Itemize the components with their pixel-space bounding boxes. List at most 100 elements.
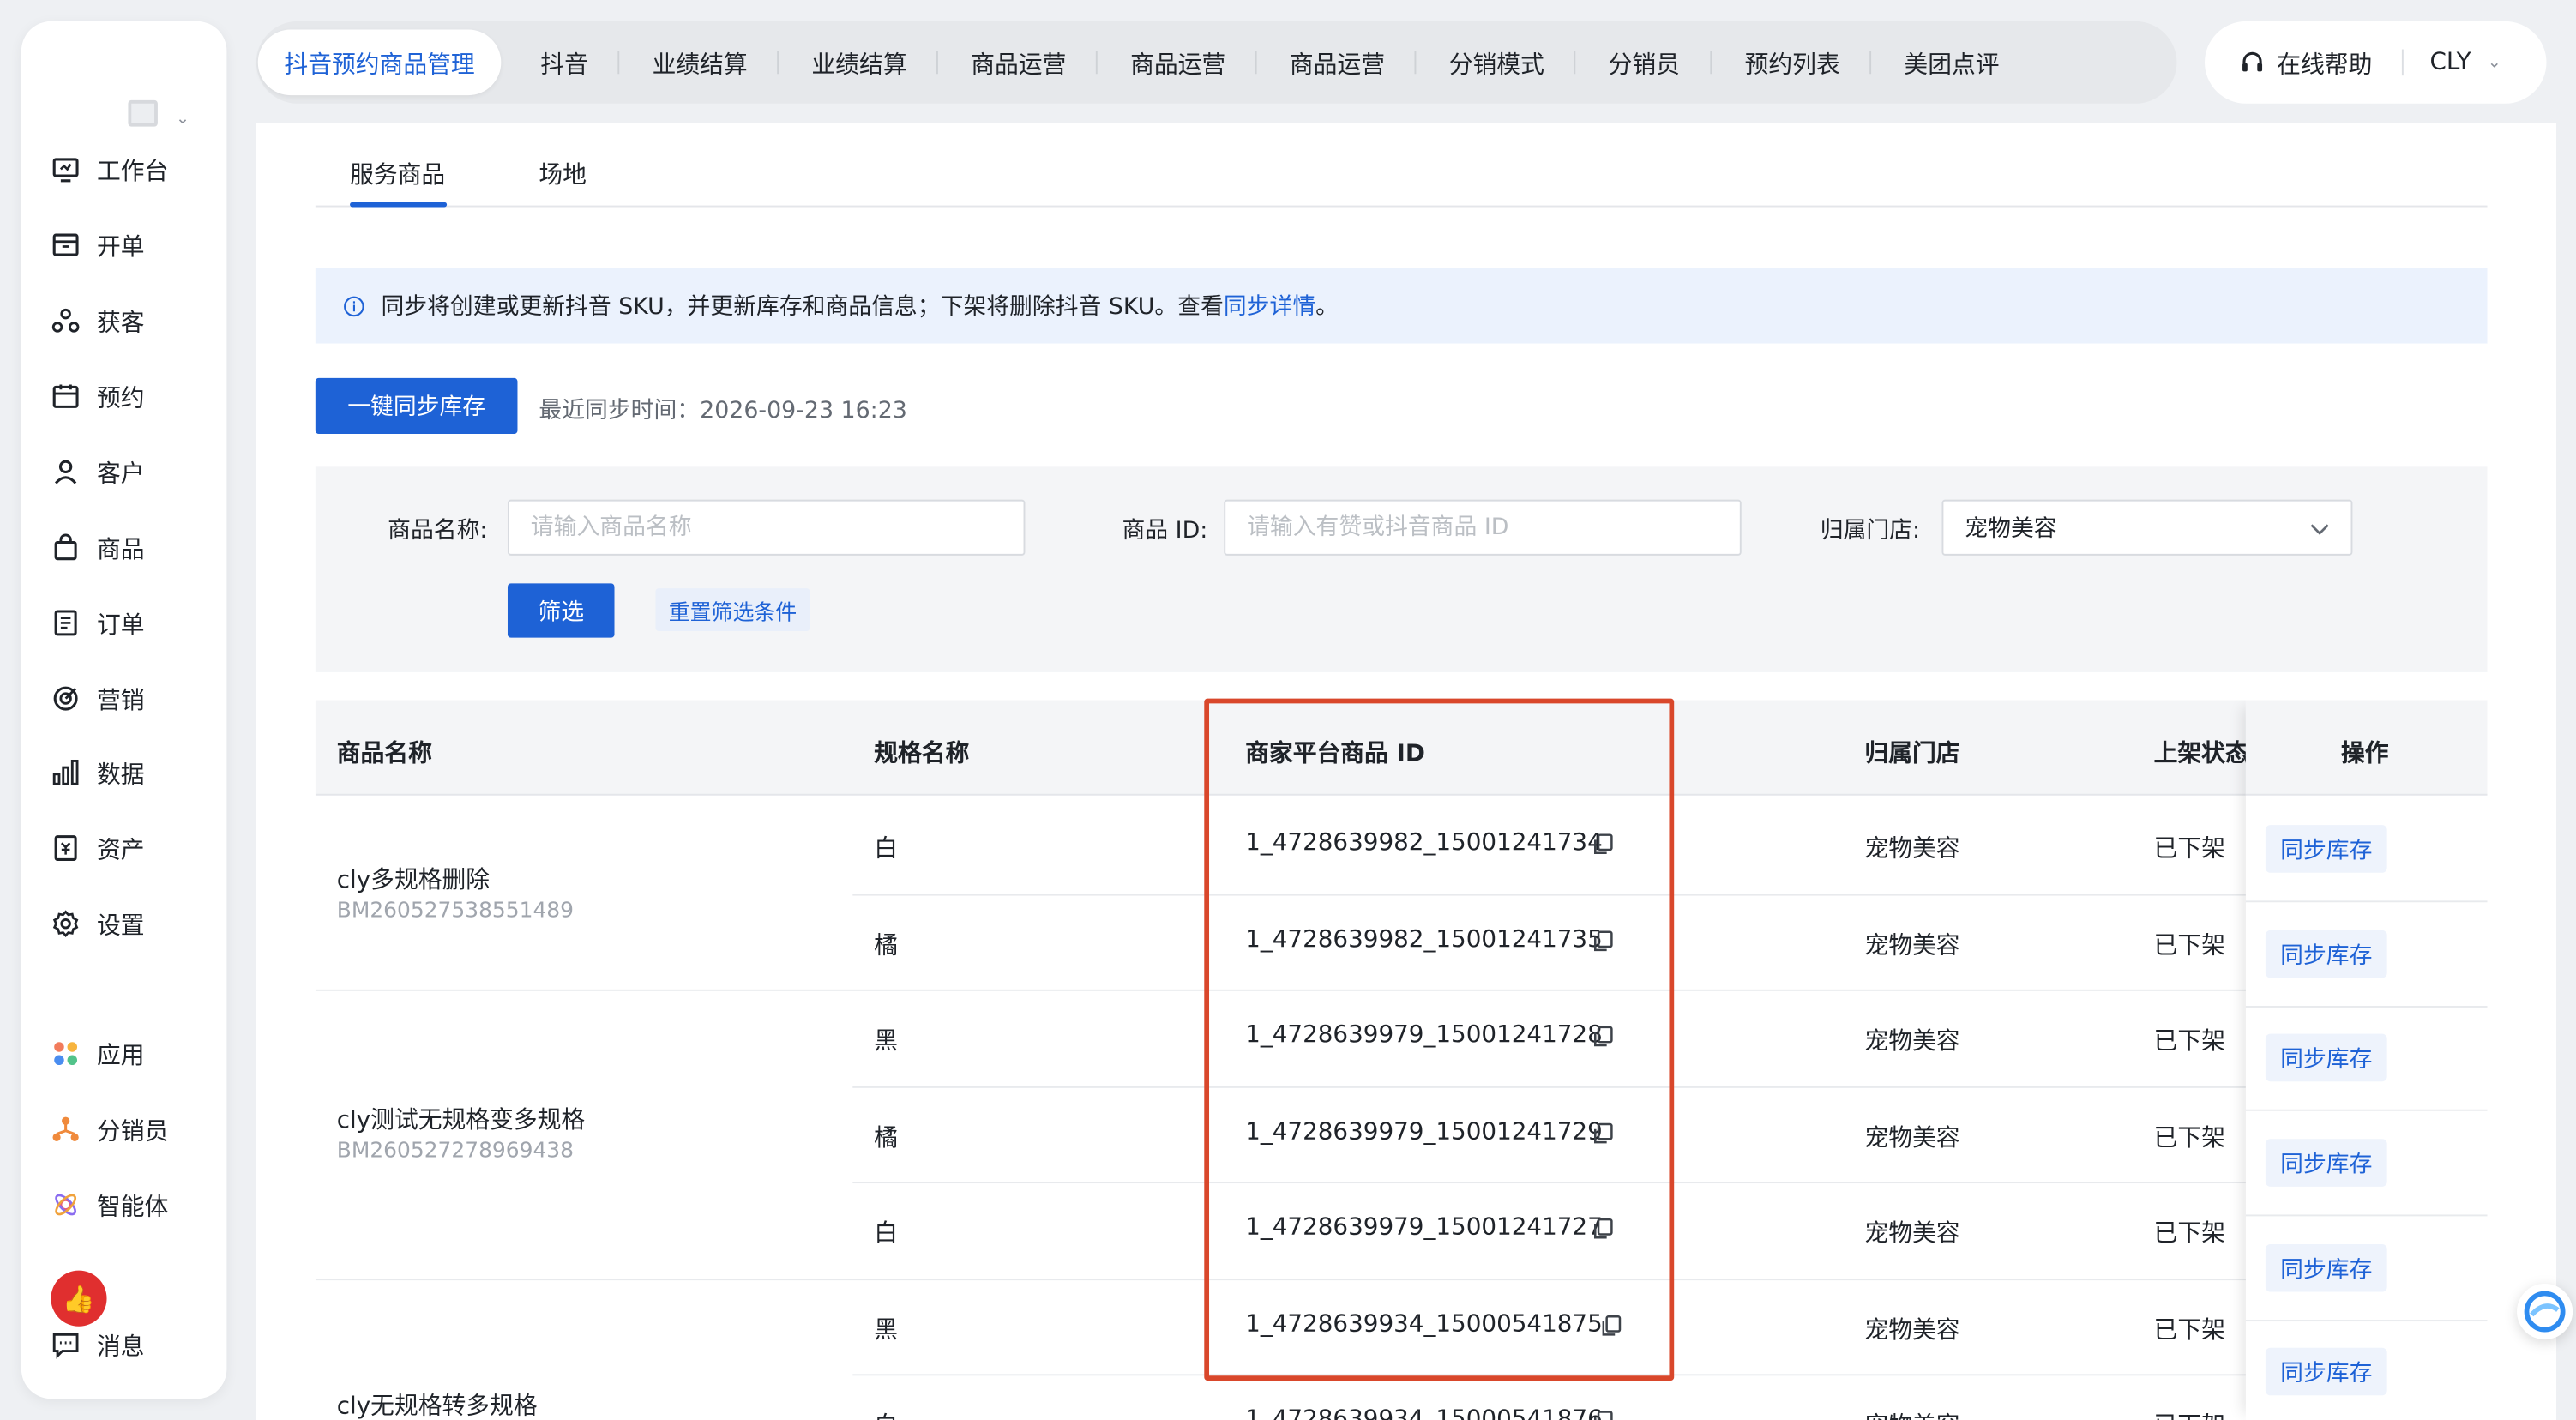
user-menu[interactable]: CLY ⌄ — [2429, 50, 2501, 76]
sidebar-item[interactable]: 商品 — [33, 523, 197, 573]
product-name: cly测试无规格变多规格 — [336, 1107, 586, 1134]
sync-details-link[interactable]: 同步详情 — [1224, 289, 1315, 322]
sync-inventory-row-button[interactable]: 同步库存 — [2265, 825, 2387, 873]
top-tab[interactable]: 商品运营 — [1130, 30, 1225, 96]
store-name: 宠物美容 — [1864, 1317, 1960, 1344]
sidebar-item[interactable]: 开单 — [33, 220, 197, 270]
sidebar-item[interactable]: 客户 — [33, 447, 197, 496]
assistant-icon — [2524, 1291, 2566, 1333]
tab-separator — [936, 51, 938, 75]
row-divider — [852, 893, 2246, 895]
agent-icon — [51, 1190, 80, 1220]
store-select[interactable]: 宠物美容 — [1941, 499, 2353, 556]
sidebar-item-label: 开单 — [97, 234, 145, 261]
platform-product-id: 1_4728639934_15000541876 — [1245, 1407, 1603, 1420]
tab-separator — [777, 51, 779, 75]
copy-icon[interactable] — [1592, 1216, 1618, 1242]
top-tab[interactable]: 商品运营 — [971, 30, 1066, 96]
sidebar-item-label: 预约 — [97, 385, 145, 412]
top-tab[interactable]: 商品运营 — [1290, 30, 1385, 96]
help-user-area: 在线帮助 CLY ⌄ — [2205, 21, 2547, 104]
sidebar-item[interactable]: 设置 — [33, 899, 197, 948]
store-switcher[interactable]: ⌄ — [107, 77, 206, 143]
main-panel: 服务商品 场地 同步将创建或更新抖音 SKU，并更新库存和商品信息；下架将删除抖… — [256, 123, 2556, 1420]
store-label: 归属门店: — [1820, 517, 1921, 545]
reset-filter-button[interactable]: 重置筛选条件 — [655, 588, 810, 632]
tab-service-goods[interactable]: 服务商品 — [350, 156, 445, 190]
sidebar-item[interactable]: 获客 — [33, 296, 197, 346]
sync-inventory-row-button[interactable]: 同步库存 — [2265, 1033, 2387, 1082]
sidebar-item[interactable]: 订单 — [33, 599, 197, 648]
sidebar-item-label: 智能体 — [97, 1194, 169, 1221]
sidebar-item-label: 商品 — [97, 536, 145, 563]
sidebar-item-label: 工作台 — [97, 158, 169, 185]
copy-icon[interactable] — [1592, 1120, 1618, 1146]
sidebar-item[interactable]: 分销员 — [33, 1104, 197, 1154]
listing-status: 已下架 — [2153, 932, 2225, 960]
sync-inventory-button[interactable]: 一键同步库存 — [315, 377, 518, 435]
store-name: 宠物美容 — [1864, 1407, 1959, 1420]
chevron-down-icon — [2310, 524, 2329, 535]
sidebar-item-label: 营销 — [97, 688, 145, 714]
copy-icon[interactable] — [1592, 928, 1618, 954]
sidebar-item[interactable]: 应用 — [33, 1029, 197, 1079]
store-name: 宠物美容 — [1864, 1028, 1960, 1056]
copy-icon[interactable] — [1592, 1409, 1618, 1420]
tab-separator — [1255, 51, 1257, 75]
sidebar-item[interactable]: 营销 — [33, 674, 197, 724]
sync-inventory-row-button[interactable]: 同步库存 — [2265, 1243, 2387, 1292]
tab-separator — [1414, 51, 1417, 75]
header-spec-name: 规格名称 — [874, 741, 970, 768]
last-sync-value: 2026-09-23 16:23 — [700, 397, 907, 424]
product-name-input[interactable] — [507, 499, 1026, 556]
store-name: 宠物美容 — [1864, 836, 1960, 863]
sidebar-item[interactable]: 智能体 — [33, 1180, 197, 1230]
online-help-button[interactable]: 在线帮助 — [2239, 45, 2372, 80]
top-tab[interactable]: 预约列表 — [1745, 30, 1840, 96]
platform-product-id: 1_4728639979_15001241727 — [1245, 1214, 1603, 1242]
notice-text: 同步将创建或更新抖音 SKU，并更新库存和商品信息；下架将删除抖音 SKU。查看 — [381, 294, 1224, 321]
tab-venue[interactable]: 场地 — [539, 156, 587, 190]
info-icon — [344, 295, 364, 316]
product-id-input[interactable] — [1224, 499, 1742, 556]
bag-icon — [51, 532, 80, 563]
platform-product-id: 1_4728639979_15001241729 — [1245, 1118, 1603, 1145]
sidebar-item-label: 分销员 — [97, 1118, 169, 1145]
divider — [2401, 49, 2404, 76]
store-name: 宠物美容 — [1864, 1221, 1960, 1248]
sync-inventory-row-button[interactable]: 同步库存 — [2265, 1139, 2387, 1187]
header-store: 归属门店 — [1864, 741, 1960, 768]
copy-icon[interactable] — [1600, 1312, 1627, 1339]
sidebar-item[interactable]: 消息 — [33, 1320, 197, 1369]
sidebar-item[interactable]: 资产 — [33, 823, 197, 873]
top-tab[interactable]: 分销模式 — [1449, 30, 1544, 96]
top-tab[interactable]: 美团点评 — [1904, 30, 1999, 96]
copy-icon[interactable] — [1592, 832, 1618, 858]
asset-icon — [51, 833, 80, 863]
thumbs-up-icon[interactable]: 👍 — [51, 1270, 107, 1327]
top-tab[interactable]: 抖音 — [540, 30, 588, 96]
row-divider — [2245, 1109, 2488, 1111]
listing-status: 已下架 — [2153, 836, 2225, 863]
tab-separator — [1710, 51, 1712, 75]
sidebar-item[interactable]: 预约 — [33, 371, 197, 421]
apps-icon — [51, 1038, 80, 1068]
top-tab[interactable]: 抖音预约商品管理 — [257, 29, 502, 96]
sidebar-item[interactable]: 数据 — [33, 748, 197, 797]
sync-inventory-row-button[interactable]: 同步库存 — [2265, 1347, 2387, 1396]
chevron-down-icon: ⌄ — [175, 110, 190, 129]
assistant-float-button[interactable] — [2517, 1283, 2573, 1340]
sidebar-item[interactable]: 工作台 — [33, 145, 197, 195]
filter-button[interactable]: 筛选 — [507, 583, 615, 638]
workbench-icon — [51, 154, 80, 184]
sync-inventory-row-button[interactable]: 同步库存 — [2265, 930, 2387, 978]
top-tab[interactable]: 分销员 — [1609, 30, 1680, 96]
product-table: 商品名称 规格名称 商家平台商品 ID 归属门店 上架状态 cly多规格删除 BM… — [315, 700, 2488, 1420]
cashier-icon — [51, 230, 80, 260]
tab-separator — [1574, 51, 1576, 75]
top-tab[interactable]: 业绩结算 — [811, 30, 906, 96]
sidebar-item-label: 应用 — [97, 1043, 145, 1069]
copy-icon[interactable] — [1592, 1024, 1618, 1050]
spec-name: 橘 — [874, 932, 898, 960]
top-tab[interactable]: 业绩结算 — [653, 30, 748, 96]
